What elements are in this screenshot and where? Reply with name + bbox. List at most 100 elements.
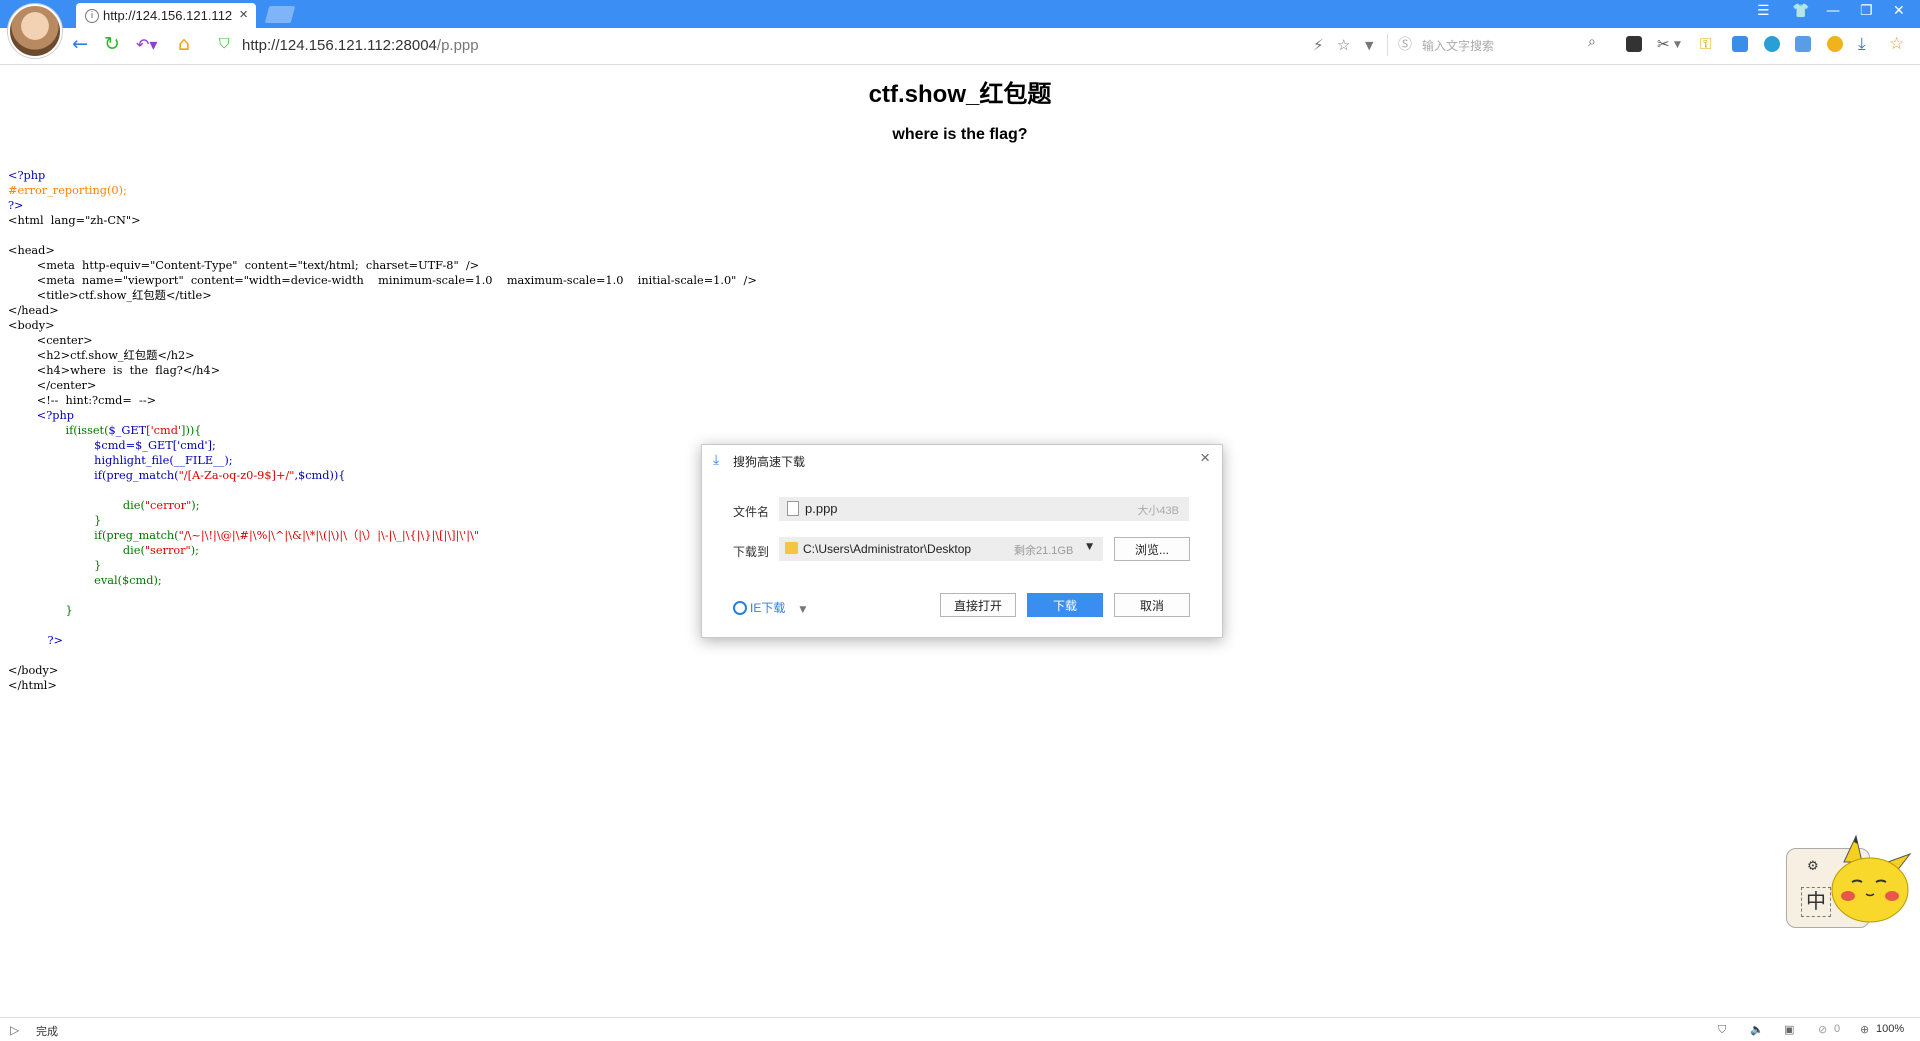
code-line: ?> [8, 199, 24, 212]
code-token: "/\~|\!|\@|\#|\%|\^|\&|\*|\(|\)|\（|\）|\-… [178, 529, 480, 542]
code-line: <body> [8, 319, 55, 332]
key-icon[interactable]: ⚿ [1700, 35, 1711, 53]
chevron-down-icon: ▼ [799, 605, 807, 615]
status-text: 完成 [36, 1026, 58, 1038]
code-line: <?php [8, 409, 74, 422]
download-dialog: ⤓ 搜狗高速下载 × 文件名 p.ppp 大小43B 下载到 C:\Users\… [701, 444, 1223, 638]
code-line: <center> [8, 334, 93, 347]
home-icon[interactable]: ⌂ [178, 33, 190, 55]
tab-title: http://124.156.121.112 [103, 8, 233, 23]
browse-button[interactable]: 浏览... [1114, 537, 1190, 561]
chevron-down-icon[interactable]: ▼ [1365, 39, 1373, 52]
zoom-level[interactable]: 100% [1876, 1023, 1904, 1035]
code-line: $cmd=$_GET['cmd']; [8, 439, 216, 452]
favorites-star-icon[interactable]: ☆ [1889, 34, 1904, 54]
screenshot-icon[interactable] [1764, 36, 1780, 52]
search-input[interactable]: 输入文字搜索 [1422, 37, 1494, 54]
saveto-label: 下载到 [733, 545, 770, 559]
code-line: <meta http-equiv="Content-Type" content=… [8, 259, 480, 272]
code-token: ['cmd' [146, 424, 182, 437]
new-tab-button[interactable] [264, 6, 296, 23]
code-line: <html lang="zh-CN"> [8, 214, 141, 227]
tab-bar: i http://124.156.121.112 × ☰ 👕 — ❐ ✕ [0, 0, 1920, 58]
adblock-count: 0 [1834, 1023, 1841, 1035]
chevron-down-icon: ▼ [1086, 542, 1093, 552]
page-subheading: where is the flag? [892, 126, 1028, 143]
shield-icon[interactable]: ⛉ [1718, 1023, 1726, 1037]
save-path: C:\Users\Administrator\Desktop [803, 542, 972, 556]
close-window-icon[interactable]: ✕ [1893, 3, 1905, 19]
translate-icon[interactable] [1732, 36, 1748, 52]
free-space: 剩余21.1GB [1014, 545, 1074, 557]
code-line: </head> [8, 304, 59, 317]
skin-icon[interactable]: 👕 [1792, 3, 1809, 19]
url-path: /p.ppp [436, 37, 479, 54]
undo-close-icon[interactable]: ↶▾ [136, 35, 157, 54]
code-token: if(isset( [8, 424, 109, 437]
menu-icon[interactable]: ☰ [1757, 3, 1770, 19]
user-avatar[interactable] [8, 4, 62, 58]
code-token: ); [190, 544, 199, 557]
close-dialog-icon[interactable]: × [1200, 448, 1210, 468]
code-line: </center> [8, 379, 97, 392]
code-line: </body> [8, 664, 59, 677]
filename-value: p.ppp [805, 501, 838, 516]
minimize-icon[interactable]: — [1826, 3, 1840, 19]
php-source-code: <?php #error_reporting(0); ?> <html lang… [8, 168, 757, 693]
code-token: die( [8, 499, 145, 512]
sogou-icon: Ⓢ [1398, 37, 1412, 53]
code-line: <h4>where is the flag?</h4> [8, 364, 221, 377]
close-tab-icon[interactable]: × [239, 6, 248, 23]
nav-bar: ← ↻ ↶▾ ⌂ ⛉ http://124.156.121.112:28004/… [0, 28, 1920, 65]
code-token: "serror" [144, 544, 191, 557]
code-line: </html> [8, 679, 57, 692]
sidebar-icon[interactable] [1795, 36, 1811, 52]
code-line: <!-- hint:?cmd= --> [8, 394, 157, 407]
address-bar[interactable]: http://124.156.121.112:28004/p.ppp [242, 37, 479, 54]
game-icon[interactable] [1626, 36, 1642, 52]
ie-download-option[interactable]: IE下载 ▼ [733, 599, 806, 616]
cancel-button[interactable]: 取消 [1114, 593, 1190, 617]
code-token: ,$cmd)){ [294, 469, 346, 482]
code-token: $_GET [108, 424, 147, 437]
sidebar-toggle-icon[interactable]: ▷ [10, 1023, 19, 1037]
adblock-icon[interactable]: ⊘ [1818, 1023, 1827, 1036]
restore-icon[interactable]: ❐ [1860, 3, 1873, 19]
save-icon[interactable]: ▣ [1784, 1023, 1794, 1036]
code-token: if(preg_match( [8, 469, 179, 482]
ie-icon [733, 601, 747, 615]
ie-download-label: IE下载 [750, 601, 786, 615]
emoji-icon[interactable] [1827, 36, 1843, 52]
zoom-icon[interactable]: ⊕ [1860, 1023, 1869, 1036]
refresh-icon[interactable]: ↻ [104, 33, 120, 55]
search-box[interactable]: Ⓢ 输入文字搜索 ⌕ [1387, 34, 1608, 56]
back-icon[interactable]: ← [72, 33, 88, 55]
gear-icon[interactable]: ⚙ [1807, 859, 1819, 874]
code-token: die( [8, 544, 145, 557]
shield-icon: ⛉ [219, 36, 230, 52]
code-line: <meta name="viewport" content="width=dev… [8, 274, 757, 287]
page-heading: ctf.show_红包题 [868, 81, 1052, 108]
code-line: ?> [8, 634, 64, 647]
code-token: ); [191, 499, 200, 512]
save-path-select[interactable]: C:\Users\Administrator\Desktop 剩余21.1GB … [779, 537, 1103, 561]
download-icon[interactable]: ⤓ [1858, 34, 1866, 54]
filename-field[interactable]: p.ppp 大小43B [779, 497, 1189, 521]
scissors-chevron-icon[interactable]: ▼ [1674, 40, 1681, 50]
search-icon[interactable]: ⌕ [1588, 34, 1596, 50]
code-line: <h2>ctf.show_红包题</h2> [8, 349, 195, 362]
code-line: <?php [8, 169, 46, 182]
bookmark-star-icon[interactable]: ☆ [1337, 36, 1350, 54]
code-line: } [8, 514, 102, 527]
code-token: ])){ [181, 424, 202, 437]
browser-tab[interactable]: i http://124.156.121.112 × [76, 3, 256, 28]
download-button[interactable]: 下载 [1027, 593, 1103, 617]
open-directly-button[interactable]: 直接打开 [940, 593, 1016, 617]
scissors-icon[interactable]: ✂ [1657, 35, 1670, 53]
code-token: "/[A-Za-oq-z0-9$]+/" [178, 469, 295, 482]
lightning-icon[interactable]: ⚡ [1313, 36, 1324, 54]
code-token: "cerror" [144, 499, 192, 512]
code-line: } [8, 604, 73, 617]
code-line: highlight_file(__FILE__); [8, 454, 233, 467]
speaker-icon[interactable]: 🔈 [1750, 1023, 1764, 1036]
